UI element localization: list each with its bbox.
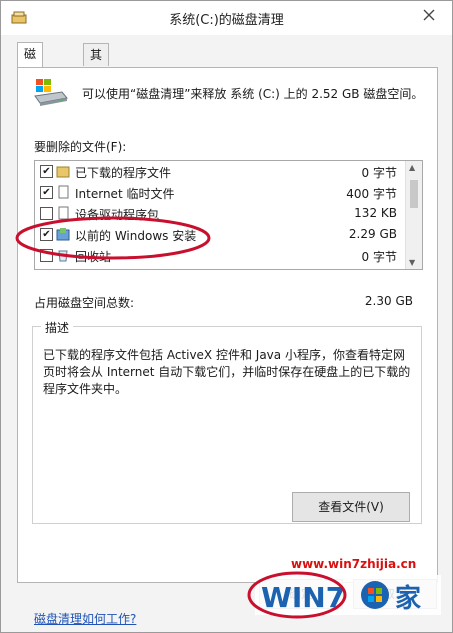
help-link[interactable]: 磁盘清理如何工作?: [34, 610, 136, 627]
files-to-delete-label: 要删除的文件(F):: [34, 140, 127, 154]
watermark-logo-suffix: 家: [395, 583, 421, 614]
scroll-down-icon[interactable]: ▼: [409, 258, 415, 267]
files-to-delete-list[interactable]: ✔ 已下载的程序文件 0 字节 ✔ Internet 临时文件 400 字节 设…: [34, 160, 423, 270]
list-item[interactable]: ✔ 已下载的程序文件 0 字节: [35, 162, 405, 182]
description-text: 已下载的程序文件包括 ActiveX 控件和 Java 小程序，你查看特定网页时…: [43, 348, 411, 396]
description-title: 描述: [41, 319, 74, 336]
document-icon: [56, 185, 70, 199]
file-category-name: 回收站: [75, 250, 112, 264]
tab-more-options[interactable]: 其他选项: [83, 43, 110, 128]
close-button[interactable]: [412, 3, 446, 27]
total-space-value: 2.30 GB: [364, 294, 413, 308]
window-title: 系统(C:)的磁盘清理: [169, 13, 284, 28]
watermark-logo: WIN7 家: [253, 569, 443, 619]
checkbox[interactable]: ✔: [40, 165, 53, 178]
disk-cleanup-window: 系统(C:)的磁盘清理 磁盘清理 其他选项 可以使用“磁盘清理”来释放 系统 (…: [0, 0, 453, 633]
file-category-name: 已下载的程序文件: [75, 166, 172, 180]
file-category-size: 400 字节: [346, 187, 397, 201]
list-item[interactable]: 设备驱动程序包 132 KB: [35, 204, 405, 224]
disk-cleanup-panel: 可以使用“磁盘清理”来释放 系统 (C:) 上的 2.52 GB 磁盘空间。 要…: [17, 67, 438, 626]
list-scrollbar[interactable]: ▲ ▼: [405, 161, 422, 269]
tab-disk-cleanup[interactable]: 磁盘清理: [17, 42, 44, 127]
document-icon: [56, 206, 70, 220]
windows-setup-icon: [56, 227, 70, 241]
folder-icon: [56, 164, 70, 178]
checkbox[interactable]: ✔: [40, 228, 53, 241]
file-category-size: 0 字节: [361, 250, 397, 264]
watermark-logo-text: WIN7: [261, 581, 345, 614]
list-item[interactable]: 回收站 0 字节: [35, 246, 405, 266]
file-category-size: 132 KB: [354, 206, 397, 220]
file-category-size: 0 字节: [361, 166, 397, 180]
title-bar: 系统(C:)的磁盘清理: [1, 1, 452, 35]
close-icon: [423, 9, 435, 21]
list-item[interactable]: ✔ 以前的 Windows 安装 2.29 GB: [35, 225, 405, 245]
checkbox[interactable]: [40, 249, 53, 262]
list-item[interactable]: ✔ Internet 临时文件 400 字节: [35, 183, 405, 203]
scroll-up-icon[interactable]: ▲: [409, 163, 415, 172]
recycle-bin-icon: [56, 248, 70, 262]
hard-drive-icon: [34, 78, 68, 108]
checkbox[interactable]: [40, 207, 53, 220]
file-category-name: 以前的 Windows 安装: [75, 229, 197, 243]
checkbox[interactable]: ✔: [40, 186, 53, 199]
scroll-thumb[interactable]: [410, 180, 418, 208]
file-category-name: Internet 临时文件: [75, 187, 175, 201]
file-category-size: 2.29 GB: [348, 227, 397, 241]
space-summary-text: 可以使用“磁盘清理”来释放 系统 (C:) 上的 2.52 GB 磁盘空间。: [82, 87, 424, 101]
view-files-button[interactable]: 查看文件(V): [292, 492, 410, 522]
file-category-name: 设备驱动程序包: [75, 208, 160, 222]
total-space-label: 占用磁盘空间总数:: [34, 296, 135, 310]
